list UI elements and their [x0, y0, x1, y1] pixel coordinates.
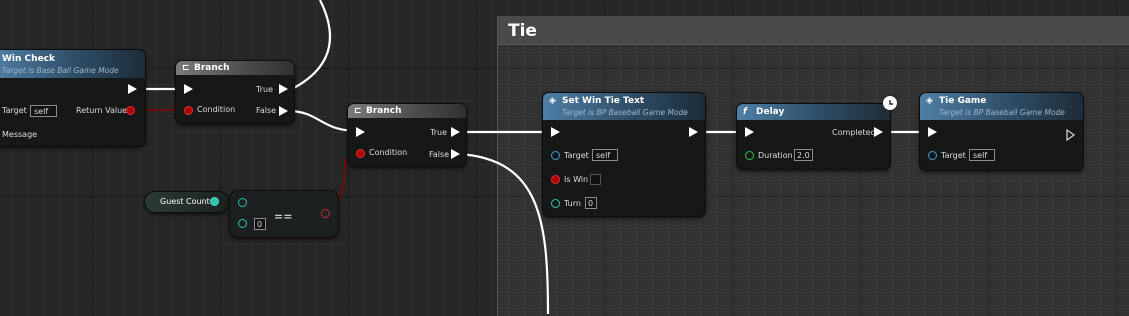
condition-pin[interactable]: [184, 106, 193, 115]
exec-true-pin[interactable]: [451, 127, 460, 137]
node-branch-1[interactable]: ⊏ Branch True Condition False: [176, 61, 294, 123]
function-icon: ◈: [549, 96, 556, 106]
return-value-label: Return Value: [76, 106, 128, 115]
branch-icon: ⊏: [354, 106, 362, 116]
duration-label: Duration: [758, 151, 793, 160]
false-label: False: [429, 150, 450, 159]
node-title: Tie Game: [939, 96, 987, 106]
function-icon: ◈: [926, 96, 933, 106]
equals-b-input[interactable]: 0: [254, 218, 266, 230]
turn-label: Turn: [564, 199, 581, 208]
exec-out-pin[interactable]: [1066, 126, 1076, 145]
is-win-checkbox[interactable]: [590, 174, 601, 185]
turn-input[interactable]: 0: [585, 197, 597, 209]
true-label: True: [430, 128, 447, 137]
message-label: Message: [2, 130, 38, 139]
target-pin[interactable]: [928, 151, 937, 160]
node-guest-count[interactable]: Guest Count: [145, 192, 229, 212]
exec-out-hollow-icon: [1066, 128, 1076, 142]
target-label: Target: [941, 151, 966, 160]
node-set-win-tie-text[interactable]: ◈ Set Win Tie Text Target is BP Baseball…: [543, 93, 705, 216]
target-input[interactable]: self: [592, 149, 618, 161]
true-label: True: [256, 85, 273, 94]
turn-pin[interactable]: [551, 199, 560, 208]
node-subtitle: Target is BP Baseball Game Mode: [562, 108, 688, 117]
duration-pin[interactable]: [745, 151, 754, 160]
node-subtitle: Target is BP Baseball Game Mode: [939, 108, 1065, 117]
comment-header[interactable]: Tie: [498, 16, 1129, 45]
node-win-check[interactable]: Win Check Target is Base Ball Game Mode …: [0, 50, 145, 146]
guest-count-out-pin[interactable]: [210, 197, 219, 206]
node-delay[interactable]: f Delay Completed Duration 2.0: [737, 104, 890, 169]
condition-pin[interactable]: [356, 149, 365, 158]
wire-exec-top: [289, 0, 332, 91]
target-label: Target: [564, 151, 589, 160]
exec-out-pin[interactable]: [128, 84, 137, 94]
exec-in-pin[interactable]: [184, 84, 193, 94]
duration-input[interactable]: 2.0: [794, 149, 813, 161]
node-title: Delay: [756, 107, 785, 117]
guest-count-label: Guest Count: [160, 197, 210, 206]
exec-false-pin[interactable]: [279, 106, 288, 116]
equals-out-pin[interactable]: [321, 209, 330, 218]
exec-in-pin[interactable]: [356, 127, 365, 137]
target-label: Target: [2, 106, 27, 115]
node-title: Win Check: [2, 54, 55, 64]
node-title: Branch: [366, 106, 402, 116]
false-label: False: [256, 106, 277, 115]
is-win-pin[interactable]: [551, 175, 560, 184]
exec-arrow-icon: [128, 84, 137, 94]
target-input[interactable]: self: [969, 149, 995, 161]
exec-completed-pin[interactable]: [874, 127, 883, 137]
equals-operator: ==: [274, 210, 293, 223]
target-pin[interactable]: [551, 151, 560, 160]
exec-true-pin[interactable]: [279, 84, 288, 94]
node-equals[interactable]: 0 ==: [230, 191, 338, 237]
condition-label: Condition: [197, 105, 236, 114]
comment-title: Tie: [508, 21, 537, 41]
node-tie-game[interactable]: ◈ Tie Game Target is BP Baseball Game Mo…: [920, 93, 1083, 170]
target-input[interactable]: self: [30, 105, 57, 117]
node-title: Branch: [194, 63, 230, 73]
return-value-pin[interactable]: [126, 106, 135, 115]
is-win-label: Is Win: [564, 175, 589, 184]
exec-in-pin[interactable]: [551, 127, 560, 137]
clock-icon: [883, 96, 897, 110]
node-title: Set Win Tie Text: [562, 96, 645, 106]
exec-out-pin[interactable]: [689, 127, 698, 137]
exec-false-pin[interactable]: [451, 149, 460, 159]
f-icon: f: [743, 107, 747, 117]
exec-in-pin[interactable]: [745, 127, 754, 137]
branch-icon: ⊏: [182, 63, 190, 73]
node-subtitle: Target is Base Ball Game Mode: [2, 66, 119, 75]
equals-b-pin[interactable]: [238, 219, 247, 228]
exec-in-pin[interactable]: [928, 127, 937, 137]
condition-label: Condition: [369, 148, 408, 157]
equals-a-pin[interactable]: [238, 198, 247, 207]
node-branch-2[interactable]: ⊏ Branch True Condition False: [348, 104, 466, 166]
completed-label: Completed: [832, 128, 876, 137]
